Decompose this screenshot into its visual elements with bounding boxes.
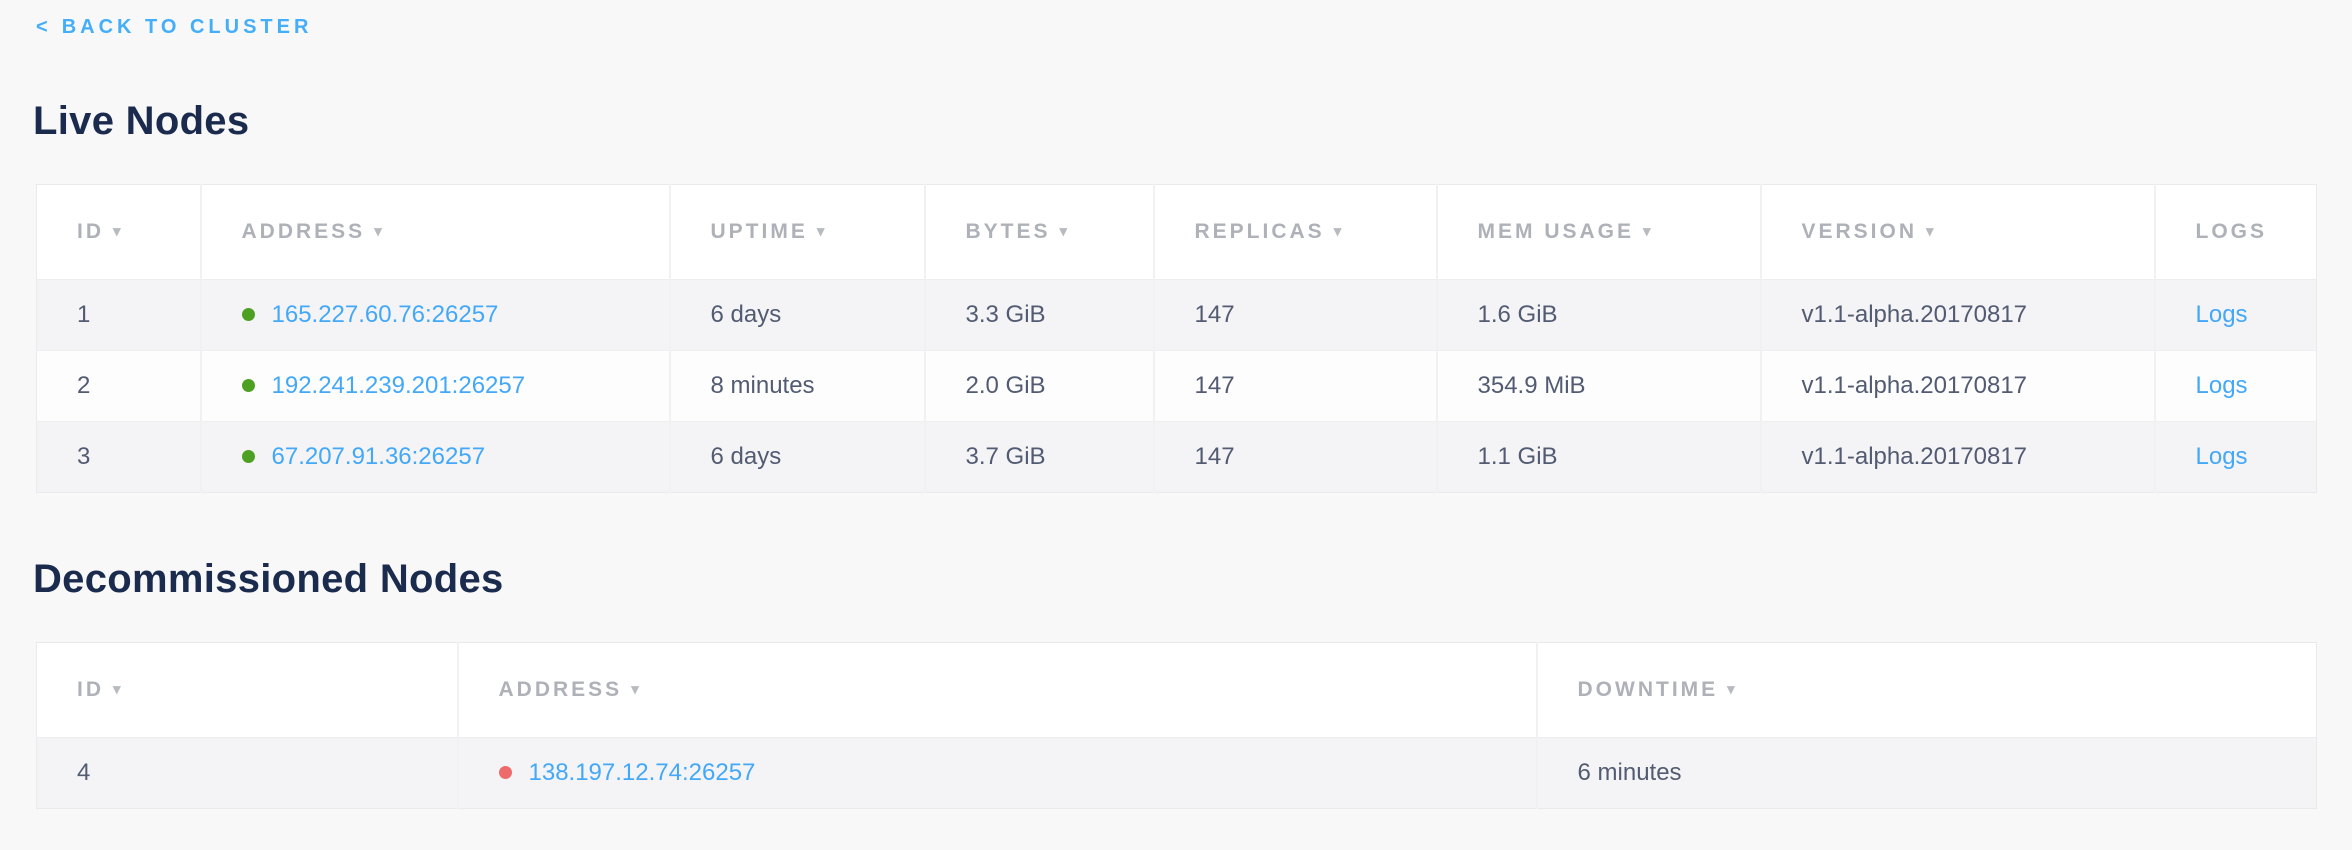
sort-arrow-icon: ▾ [1643,223,1654,240]
sort-arrow-icon: ▾ [817,223,828,240]
sort-arrow-icon: ▾ [374,223,385,240]
column-header-label: LOGS [2196,220,2268,243]
column-header-bytes[interactable]: BYTES ▾ [925,185,1154,280]
node-downtime-cell: 6 minutes [1537,738,2317,809]
column-header-id[interactable]: ID ▾ [37,185,201,280]
sort-arrow-icon: ▾ [631,681,642,698]
column-header-label: BYTES [966,220,1051,243]
table-row: 3 67.207.91.36:26257 6 days 3.7 GiB 147 … [37,422,2317,493]
column-header-address[interactable]: ADDRESS ▾ [201,185,670,280]
node-live-status-icon [242,450,255,463]
back-to-cluster-link[interactable]: < BACK TO CLUSTER [36,16,312,39]
sort-arrow-icon: ▾ [1334,223,1345,240]
column-header-label: ADDRESS [499,678,623,701]
column-header-logs: LOGS [2155,185,2317,280]
node-uptime-cell: 6 days [670,280,925,351]
column-header-label: UPTIME [711,220,808,243]
column-header-address[interactable]: ADDRESS ▾ [458,643,1537,738]
node-address-cell: 67.207.91.36:26257 [201,422,670,493]
node-address-link[interactable]: 165.227.60.76:26257 [272,301,499,328]
sort-arrow-icon: ▾ [1926,223,1937,240]
column-header-mem-usage[interactable]: MEM USAGE ▾ [1437,185,1761,280]
node-bytes-cell: 3.7 GiB [925,422,1154,493]
node-address-link[interactable]: 138.197.12.74:26257 [529,759,756,786]
node-bytes-cell: 2.0 GiB [925,351,1154,422]
sort-arrow-icon: ▾ [1060,223,1071,240]
node-address-cell: 165.227.60.76:26257 [201,280,670,351]
node-mem-usage-cell: 354.9 MiB [1437,351,1761,422]
column-header-downtime[interactable]: DOWNTIME ▾ [1537,643,2317,738]
decommissioned-nodes-header-row: ID ▾ ADDRESS ▾ DOWNTIME ▾ [37,643,2317,738]
live-nodes-header-row: ID ▾ ADDRESS ▾ UPTIME ▾ BYTES ▾ REPLICAS ▾ ME… [37,185,2317,280]
node-logs-link[interactable]: Logs [2196,301,2248,328]
column-header-label: VERSION [1802,220,1918,243]
node-live-status-icon [242,308,255,321]
live-nodes-table: ID ▾ ADDRESS ▾ UPTIME ▾ BYTES ▾ REPLICAS ▾ ME… [36,184,2317,493]
back-link-label: BACK TO CLUSTER [62,16,313,38]
node-address-cell: 192.241.239.201:26257 [201,351,670,422]
node-id-cell: 3 [37,422,201,493]
node-id-cell: 2 [37,351,201,422]
column-header-label: ADDRESS [242,220,366,243]
node-id-cell: 4 [37,738,458,809]
node-mem-usage-cell: 1.6 GiB [1437,280,1761,351]
decommissioned-nodes-title: Decommissioned Nodes [33,557,2352,602]
column-header-label: ID [77,220,104,243]
node-replicas-cell: 147 [1154,422,1437,493]
node-address-cell: 138.197.12.74:26257 [458,738,1537,809]
table-row: 1 165.227.60.76:26257 6 days 3.3 GiB 147… [37,280,2317,351]
column-header-uptime[interactable]: UPTIME ▾ [670,185,925,280]
node-version-cell: v1.1-alpha.20170817 [1761,280,2155,351]
live-nodes-title: Live Nodes [33,99,2352,144]
node-version-cell: v1.1-alpha.20170817 [1761,422,2155,493]
node-logs-link[interactable]: Logs [2196,372,2248,399]
node-live-status-icon [242,379,255,392]
table-row: 2 192.241.239.201:26257 8 minutes 2.0 Gi… [37,351,2317,422]
table-row: 4 138.197.12.74:26257 6 minutes [37,738,2317,809]
column-header-id[interactable]: ID ▾ [37,643,458,738]
node-decommissioned-status-icon [499,766,512,779]
column-header-label: REPLICAS [1195,220,1325,243]
node-id-cell: 1 [37,280,201,351]
node-address-link[interactable]: 192.241.239.201:26257 [272,372,526,399]
node-logs-cell: Logs [2155,422,2317,493]
column-header-label: DOWNTIME [1578,678,1719,701]
node-version-cell: v1.1-alpha.20170817 [1761,351,2155,422]
sort-arrow-icon: ▾ [1727,681,1738,698]
column-header-label: ID [77,678,104,701]
node-logs-cell: Logs [2155,351,2317,422]
node-uptime-cell: 6 days [670,422,925,493]
node-replicas-cell: 147 [1154,280,1437,351]
node-bytes-cell: 3.3 GiB [925,280,1154,351]
node-replicas-cell: 147 [1154,351,1437,422]
node-logs-cell: Logs [2155,280,2317,351]
node-logs-link[interactable]: Logs [2196,443,2248,470]
sort-arrow-icon: ▾ [113,681,124,698]
column-header-label: MEM USAGE [1478,220,1635,243]
column-header-replicas[interactable]: REPLICAS ▾ [1154,185,1437,280]
decommissioned-nodes-table: ID ▾ ADDRESS ▾ DOWNTIME ▾ 4 138.197.12.74:2… [36,642,2317,809]
node-mem-usage-cell: 1.1 GiB [1437,422,1761,493]
sort-arrow-icon: ▾ [113,223,124,240]
node-address-link[interactable]: 67.207.91.36:26257 [272,443,486,470]
column-header-version[interactable]: VERSION ▾ [1761,185,2155,280]
back-arrow-icon: < [36,16,52,38]
node-uptime-cell: 8 minutes [670,351,925,422]
